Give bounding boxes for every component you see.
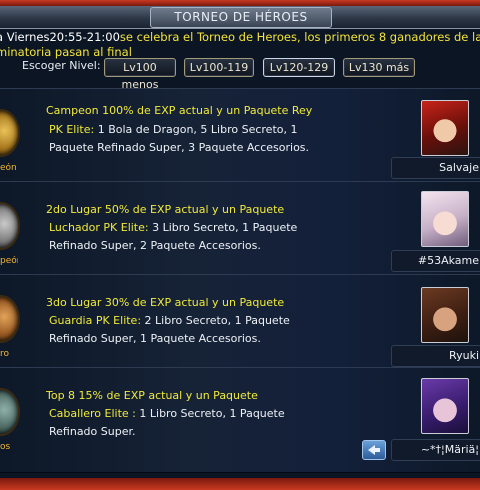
notice-text: se celebra el Torneo de Heroes, los prim… xyxy=(119,30,480,44)
rank-reward-line-2: Luchador PK Elite: 3 Libro Secreto, 1 Pa… xyxy=(49,221,298,234)
rank-row-2: peón 2do Lugar 50% de EXP actual y un Pa… xyxy=(0,181,480,275)
window-frame-bottom xyxy=(0,478,480,490)
rank-row-1: eón Campeon 100% de EXP actual y un Paqu… xyxy=(0,88,480,182)
level-button-lv120-129[interactable]: Lv120-129 xyxy=(263,58,335,77)
rank-row-4: os Top 8 15% de EXP actual y un Paquete … xyxy=(0,367,480,473)
level-filter-label: Escoger Nivel: xyxy=(22,59,101,72)
player-name-box[interactable]: ~*†¦Märiä¦ xyxy=(391,439,480,461)
medal-label: peón xyxy=(0,256,18,266)
level-filter: Escoger Nivel: Lv100 menos Lv100-119 Lv1… xyxy=(0,56,480,91)
player-name: #53Akame xyxy=(417,254,479,267)
player-name-box[interactable]: Salvaje xyxy=(391,157,480,179)
notice-line-1: a Viernes20:55-21:00se celebra el Torneo… xyxy=(0,30,480,45)
rank-reward-line-3: Refinado Super, 2 Paquete Accesorios. xyxy=(49,239,261,252)
medal-label: ro xyxy=(0,349,10,359)
silver-medal-icon xyxy=(0,204,18,248)
bronze-medal-icon xyxy=(0,297,18,341)
rank-title: 2do Lugar 50% de EXP actual y un Paquete xyxy=(46,203,285,216)
window-titlebar: TORNEO DE HÉROES xyxy=(0,6,480,29)
reward-category: PK Elite: xyxy=(49,123,95,136)
level-button-lv130-mas[interactable]: Lv130 más xyxy=(343,58,415,77)
player-avatar[interactable] xyxy=(421,100,469,156)
level-button-lv100-119[interactable]: Lv100-119 xyxy=(184,58,254,77)
reward-category: Guardia PK Elite: xyxy=(49,314,142,327)
notice-schedule: a Viernes20:55-21:00 xyxy=(0,30,120,44)
rank-reward-line-3: Refinado Super, 1 Paquete Accesorios. xyxy=(49,332,261,345)
rank-reward-line-2: PK Elite: 1 Bola de Dragon, 5 Libro Secr… xyxy=(49,123,298,136)
medal-label: eón xyxy=(0,163,17,173)
player-name-box[interactable]: #53Akame xyxy=(391,250,480,272)
reward-category: Caballero Elite : xyxy=(49,407,136,420)
arrow-left-icon xyxy=(368,445,380,455)
player-name: ~*†¦Märiä¦ xyxy=(420,443,479,456)
back-arrow-button[interactable] xyxy=(362,440,386,460)
player-name: Ryuki xyxy=(449,349,479,362)
level-button-lv100-menos[interactable]: Lv100 menos xyxy=(104,58,176,91)
player-avatar[interactable] xyxy=(421,191,469,247)
rank-reward-line-3: Refinado Super. xyxy=(49,425,136,438)
rank-title: 3do Lugar 30% de EXP actual y un Paquete xyxy=(46,296,285,309)
gold-medal-icon xyxy=(0,111,18,155)
window-title: TORNEO DE HÉROES xyxy=(150,7,332,28)
rank-reward-line-3: Paquete Refinado Super, 3 Paquete Acceso… xyxy=(49,141,310,154)
rank-reward-line-2: Guardia PK Elite: 2 Libro Secreto, 1 Paq… xyxy=(49,314,290,327)
player-name-box[interactable]: Ryuki xyxy=(391,345,480,367)
rank-row-3: ro 3do Lugar 30% de EXP actual y un Paqu… xyxy=(0,274,480,368)
top8-medal-icon xyxy=(0,390,18,434)
rank-title: Campeon 100% de EXP actual y un Paquete … xyxy=(46,104,313,117)
medal-label: os xyxy=(0,442,11,452)
reward-category: Luchador PK Elite: xyxy=(49,221,149,234)
player-avatar[interactable] xyxy=(421,378,469,434)
rank-reward-line-2: Caballero Elite : 1 Libro Secreto, 1 Paq… xyxy=(49,407,285,420)
player-avatar[interactable] xyxy=(421,287,469,343)
rank-title: Top 8 15% de EXP actual y un Paquete xyxy=(46,389,258,402)
player-name: Salvaje xyxy=(439,161,479,174)
